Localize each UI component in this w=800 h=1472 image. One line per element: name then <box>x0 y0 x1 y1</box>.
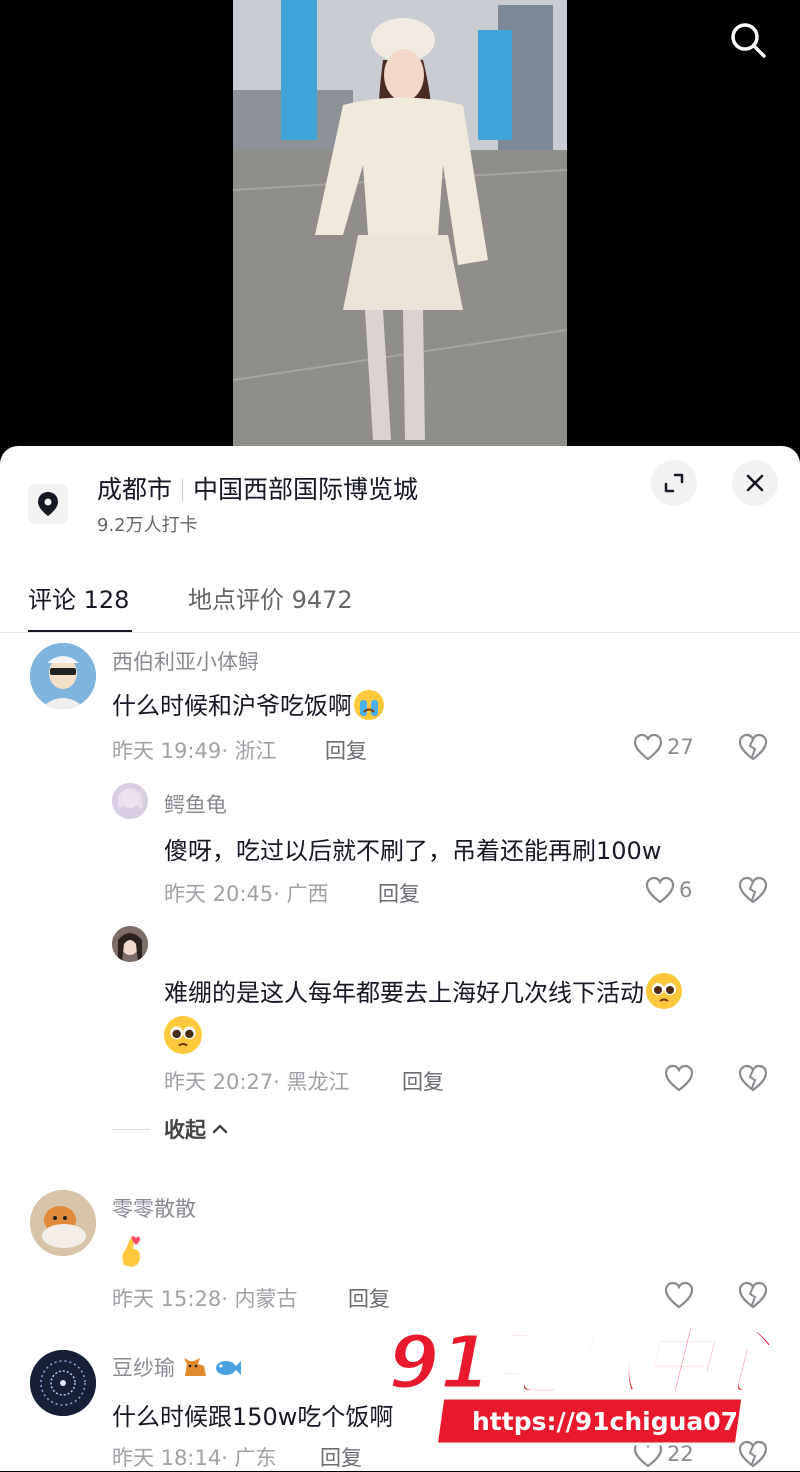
watermark-url: https://91chigua07.com <box>472 1407 780 1436</box>
location-pin-icon <box>28 484 68 524</box>
heart-icon <box>633 733 663 761</box>
reply-meta: 昨天 20:27· 黑龙江 <box>164 1070 350 1094</box>
tab-comments[interactable]: 评论 128 <box>28 580 129 615</box>
avatar[interactable] <box>112 926 148 962</box>
chevron-up-icon <box>212 1124 228 1134</box>
like-count: 27 <box>667 735 694 759</box>
avatar[interactable] <box>112 783 148 819</box>
heart-icon <box>664 1064 694 1092</box>
comment-meta: 昨天 15:28· 内蒙古 <box>112 1287 298 1311</box>
tab-divider <box>0 632 800 633</box>
video-player[interactable] <box>0 0 800 450</box>
reply-meta: 昨天 20:45· 广西 <box>164 882 329 906</box>
reply-button[interactable]: 回复 <box>320 1442 362 1472</box>
like-count: 6 <box>679 878 693 902</box>
expand-button[interactable] <box>651 460 697 506</box>
comment-username[interactable]: 西伯利亚小体鲟 <box>112 646 259 676</box>
reply-button[interactable]: 回复 <box>402 1066 444 1096</box>
video-frame <box>233 0 567 450</box>
comment-text: 什么时候跟150w吃个饭啊 <box>112 1403 394 1431</box>
comment-username[interactable]: 豆纱瑜 <box>112 1352 242 1382</box>
fish-icon <box>216 1361 242 1375</box>
dislike-button[interactable] <box>738 1064 768 1096</box>
dislike-button[interactable] <box>738 876 768 908</box>
reply-button[interactable]: 回复 <box>378 878 420 908</box>
comment-meta: 昨天 18:14· 广东 <box>112 1446 277 1470</box>
reply-text: 难绷的是这人每年都要去上海好几次线下活动 <box>164 973 682 1009</box>
pleading-face-icon <box>646 973 682 1009</box>
cat-icon <box>183 1358 206 1376</box>
avatar[interactable] <box>30 643 96 709</box>
tab-place-reviews[interactable]: 地点评价 9472 <box>188 580 353 615</box>
location-place: 中国西部国际博览城 <box>193 475 419 504</box>
checkin-count: 9.2万人打卡 <box>97 515 198 536</box>
collapse-label: 收起 <box>164 1118 206 1142</box>
watermark: 91吃瓜中心 https://91chigua07.com <box>380 1290 800 1450</box>
watermark-logo-text: 91吃瓜中心 <box>388 1320 780 1406</box>
search-button[interactable] <box>726 18 770 62</box>
heart-icon <box>645 876 675 904</box>
collapse-divider <box>112 1128 150 1130</box>
comment-meta: 昨天 19:49· 浙江 <box>112 739 277 763</box>
collapse-replies-button[interactable]: 收起 <box>112 1114 230 1144</box>
watermark-logo: 91吃瓜中心 https://91chigua07.com <box>387 1319 800 1446</box>
like-button[interactable]: 27 <box>633 733 694 761</box>
reply-username[interactable]: 鳄鱼龟 <box>164 789 227 819</box>
reply-button[interactable]: 回复 <box>325 735 367 765</box>
location-title[interactable]: 成都市 中国西部国际博览城 <box>97 470 418 506</box>
broken-heart-icon <box>738 733 768 761</box>
location-city: 成都市 <box>97 475 173 504</box>
close-button[interactable] <box>732 460 778 506</box>
pleading-face-icon <box>164 1016 202 1054</box>
expand-icon <box>664 473 684 493</box>
comment-text: 什么时候和沪爷吃饭啊 <box>112 686 384 721</box>
avatar[interactable] <box>30 1350 96 1416</box>
like-button[interactable]: 6 <box>645 876 692 904</box>
comment-username[interactable]: 零零散散 <box>112 1193 196 1223</box>
title-separator <box>182 479 184 501</box>
finger-heart-icon <box>114 1235 148 1269</box>
like-button[interactable] <box>664 1064 694 1092</box>
dislike-button[interactable] <box>738 733 768 765</box>
search-icon <box>731 23 766 58</box>
broken-heart-icon <box>738 876 768 904</box>
avatar[interactable] <box>30 1190 96 1256</box>
broken-heart-icon <box>738 1064 768 1092</box>
reply-text: 傻呀，吃过以后就不刷了，吊着还能再刷100w <box>164 837 662 865</box>
close-icon <box>746 474 764 492</box>
video-scene <box>233 0 567 450</box>
crying-face-icon <box>354 690 384 720</box>
